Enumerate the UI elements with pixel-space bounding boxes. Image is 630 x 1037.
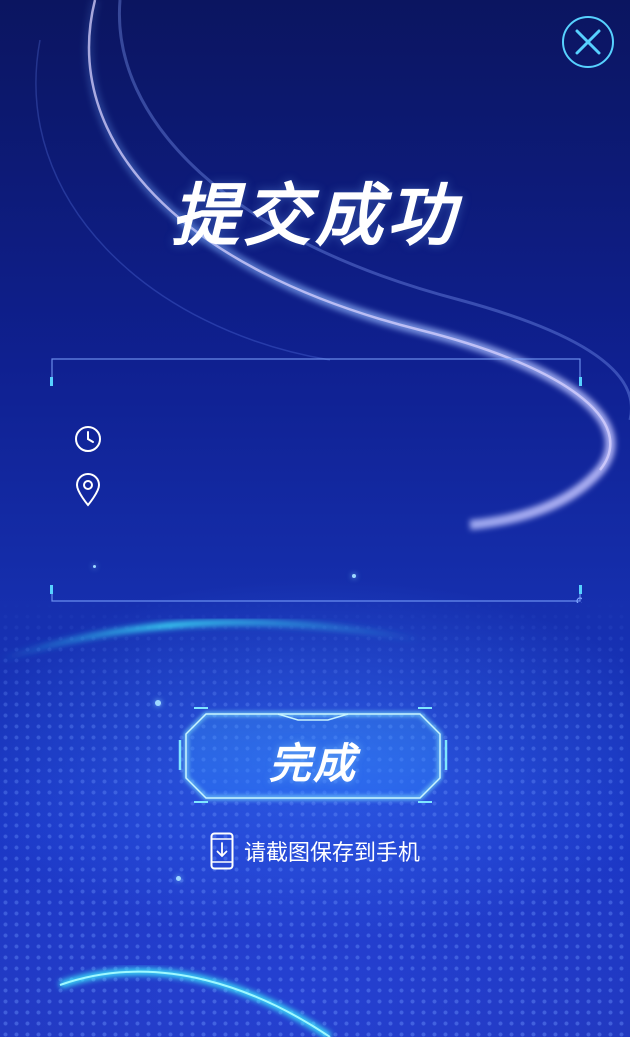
done-button-label: 完成 [268,739,357,788]
close-button[interactable] [562,16,614,68]
sparkle-dot [155,700,161,706]
location-row [74,473,114,507]
clock-icon [75,426,101,452]
close-icon [575,29,601,55]
save-hint: 请截图保存到手机 [0,832,630,870]
time-row [74,423,114,455]
save-hint-text: 请截图保存到手机 [243,841,420,866]
page-title: 提交成功 [170,177,459,256]
done-button[interactable]: 完成 [178,706,448,804]
phone-download-icon [210,832,234,870]
sparkle-dot [176,876,181,881]
location-pin-icon [75,473,101,507]
info-panel-frame [50,358,582,603]
